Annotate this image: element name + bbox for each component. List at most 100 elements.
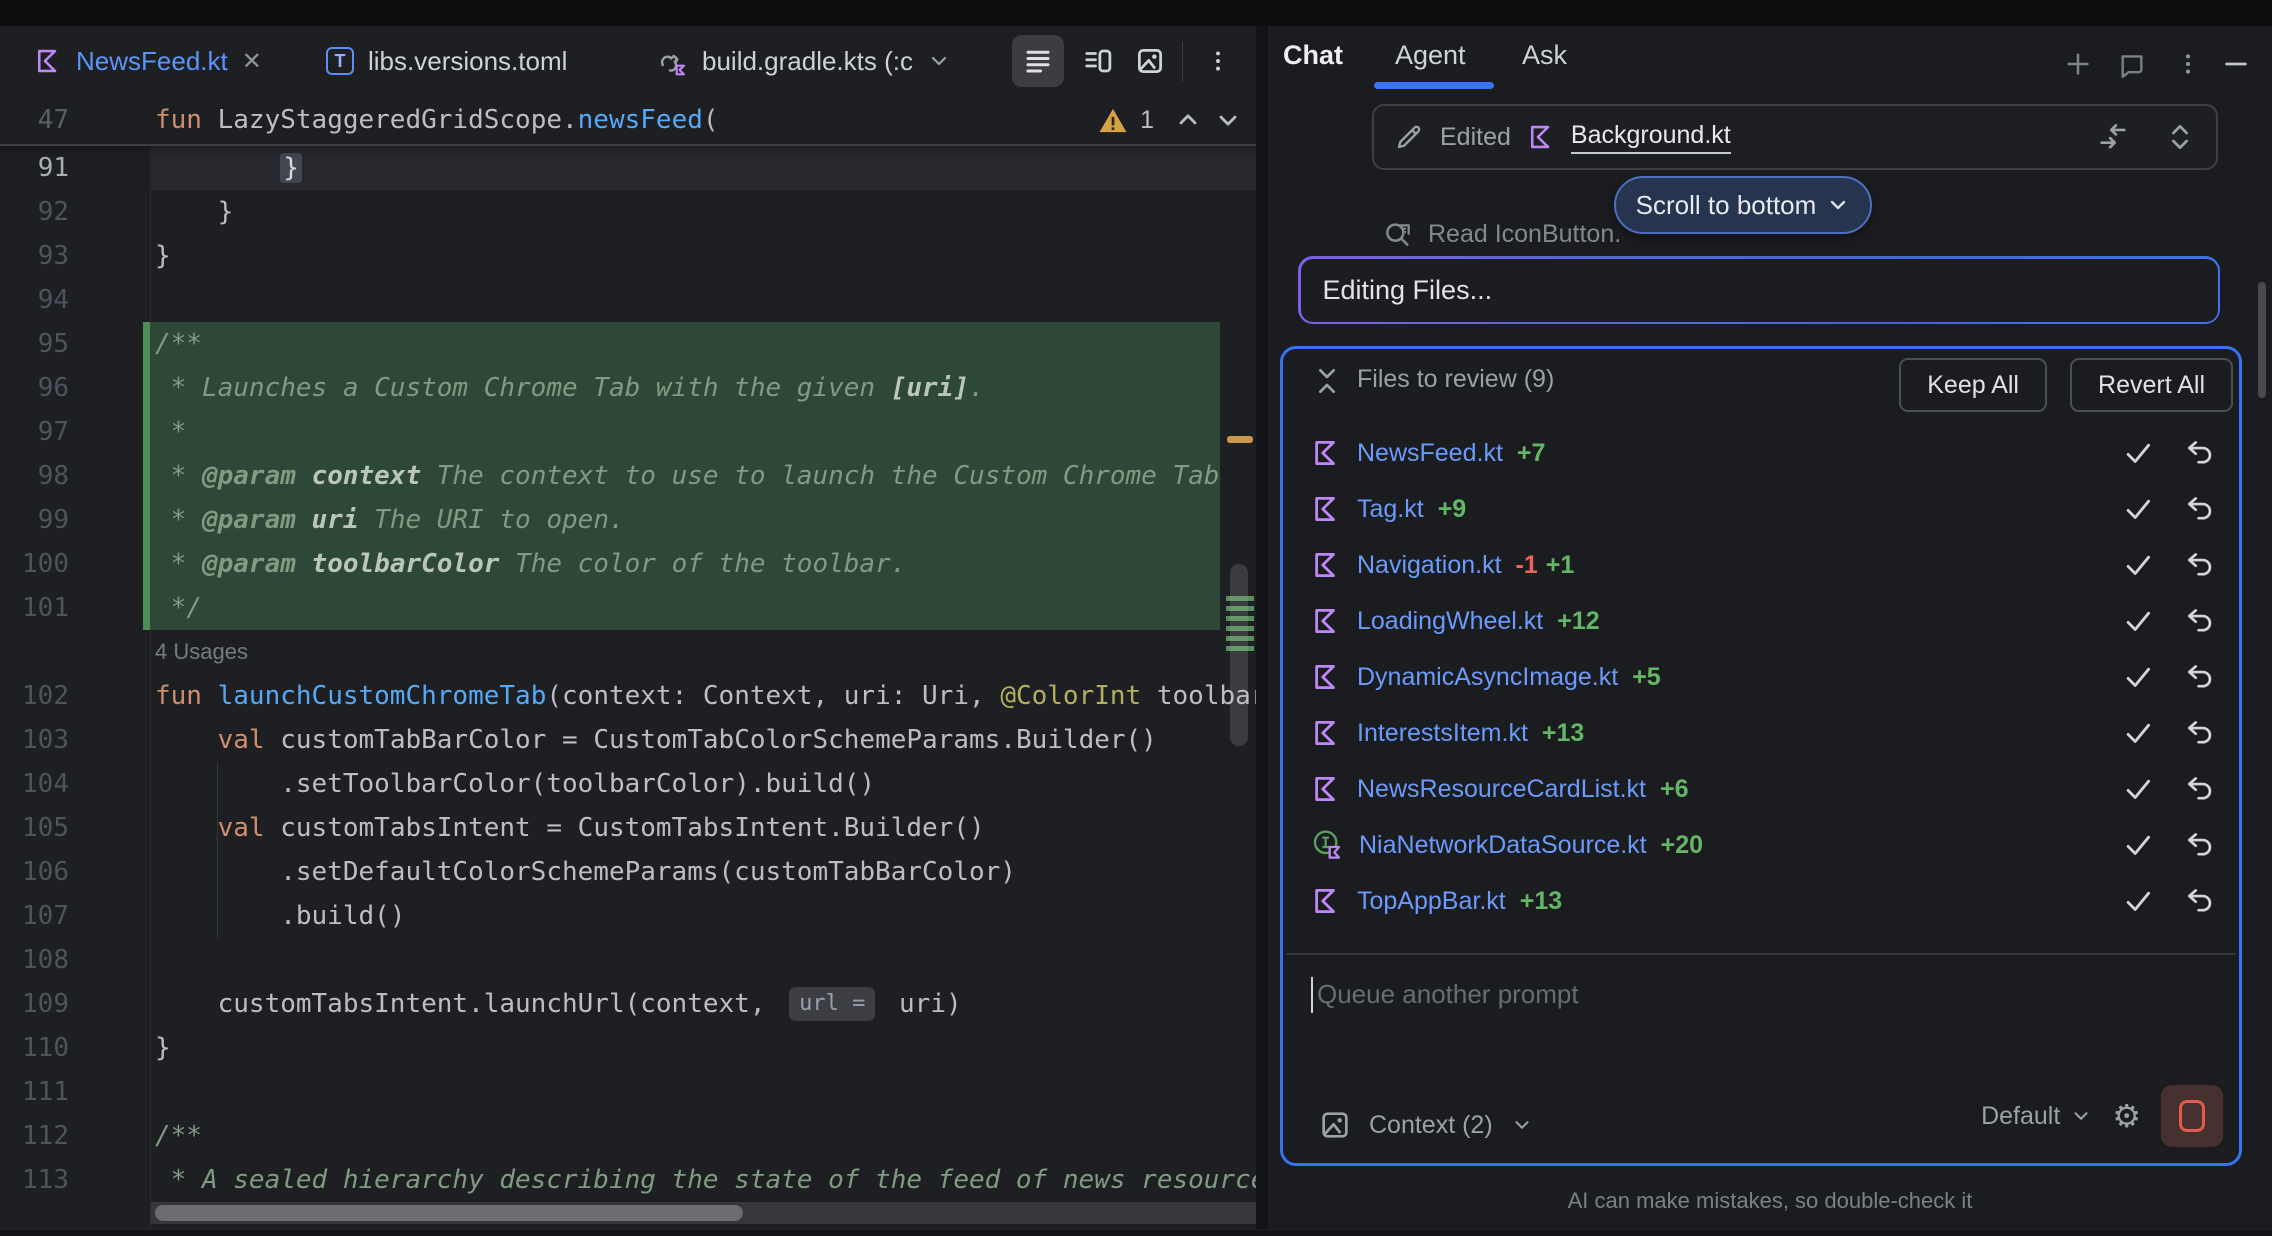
edited-file-link[interactable]: Background.kt bbox=[1571, 121, 1731, 154]
revert-file-undo-icon[interactable] bbox=[2183, 492, 2217, 526]
revert-all-button[interactable]: Revert All bbox=[2070, 358, 2233, 412]
keep-file-check-icon[interactable] bbox=[2121, 716, 2155, 750]
tab-ask[interactable]: Ask bbox=[1522, 40, 1567, 71]
stop-button[interactable] bbox=[2161, 1085, 2223, 1147]
code-token: @ColorInt bbox=[1000, 681, 1141, 711]
revert-file-undo-icon[interactable] bbox=[2183, 772, 2217, 806]
revert-file-undo-icon[interactable] bbox=[2183, 884, 2217, 918]
gutter: 100 bbox=[0, 542, 150, 586]
line-number: 91 bbox=[38, 146, 69, 190]
editor-options-kebab-button[interactable] bbox=[1192, 35, 1244, 87]
pane-divider[interactable] bbox=[1256, 26, 1268, 1236]
model-selector[interactable]: Default bbox=[1981, 1102, 2060, 1131]
lines-added-count: +5 bbox=[1632, 663, 1661, 692]
file-link[interactable]: Tag.kt bbox=[1357, 495, 1424, 524]
jump-to-changes-icon[interactable] bbox=[2096, 120, 2130, 154]
editor-horizontal-scrollbar-thumb[interactable] bbox=[155, 1205, 743, 1221]
panel-options-kebab-button[interactable] bbox=[2172, 48, 2204, 80]
keep-file-check-icon[interactable] bbox=[2121, 604, 2155, 638]
split-view-icon bbox=[1083, 46, 1113, 76]
hide-panel-button[interactable] bbox=[2220, 48, 2252, 80]
code-token: .setToolbarColor(toolbarColor).build() bbox=[155, 769, 875, 799]
next-problem-icon[interactable] bbox=[1214, 106, 1242, 134]
file-review-row: InterestsItem.kt+13 bbox=[1283, 705, 2239, 761]
kotlin-file-icon bbox=[1311, 494, 1341, 524]
code-text: customTabsIntent.launchUrl(context, url … bbox=[150, 982, 1256, 1026]
line-number: 99 bbox=[38, 498, 69, 542]
expand-collapse-icon[interactable] bbox=[2164, 121, 2196, 153]
gutter: 98 bbox=[0, 454, 150, 498]
stop-icon bbox=[2179, 1100, 2205, 1132]
code-text: .setToolbarColor(toolbarColor).build() bbox=[150, 762, 1256, 806]
keep-file-check-icon[interactable] bbox=[2121, 492, 2155, 526]
code-token: * A sealed hierarchy describing the stat… bbox=[155, 1165, 1256, 1195]
code-area: 91 }92 }93}9495/**96 * Launches a Custom… bbox=[0, 146, 1256, 1202]
revert-file-undo-icon[interactable] bbox=[2183, 828, 2217, 862]
keep-file-check-icon[interactable] bbox=[2121, 772, 2155, 806]
search-file-icon bbox=[1382, 218, 1414, 250]
line-number: 106 bbox=[22, 850, 69, 894]
tab-build-gradle[interactable]: build.gradle.kts (:c bbox=[656, 26, 951, 96]
file-link[interactable]: NiaNetworkDataSource.kt bbox=[1359, 831, 1647, 860]
new-chat-button[interactable] bbox=[2062, 48, 2094, 80]
code-line: 93} bbox=[0, 234, 1256, 278]
keep-file-check-icon[interactable] bbox=[2121, 436, 2155, 470]
keep-file-check-icon[interactable] bbox=[2121, 660, 2155, 694]
file-review-row: DynamicAsyncImage.kt +5 bbox=[1283, 649, 2239, 705]
design-view-button[interactable] bbox=[1124, 35, 1176, 87]
file-link[interactable]: LoadingWheel.kt bbox=[1357, 607, 1543, 636]
gutter: 92 bbox=[0, 190, 150, 234]
file-link[interactable]: NewsFeed.kt bbox=[1357, 439, 1503, 468]
editor-horizontal-scrollbar-track[interactable] bbox=[151, 1202, 1256, 1224]
revert-file-undo-icon[interactable] bbox=[2183, 604, 2217, 638]
file-link[interactable]: Navigation.kt bbox=[1357, 551, 1502, 580]
file-link[interactable]: NewsResourceCardList.kt bbox=[1357, 775, 1646, 804]
attach-image-icon[interactable] bbox=[1319, 1109, 1351, 1141]
keep-file-check-icon[interactable] bbox=[2121, 884, 2155, 918]
warning-icon[interactable] bbox=[1098, 107, 1128, 134]
files-review-list: NewsFeed.kt+7Tag.kt+9Navigation.kt-1+1Lo… bbox=[1283, 425, 2239, 929]
revert-file-undo-icon[interactable] bbox=[2183, 660, 2217, 694]
gear-icon[interactable]: ⚙ bbox=[2112, 1100, 2141, 1132]
tab-agent[interactable]: Agent bbox=[1395, 40, 1466, 71]
keep-file-check-icon[interactable] bbox=[2121, 828, 2155, 862]
tab-chat[interactable]: Chat bbox=[1283, 40, 1343, 71]
revert-file-undo-icon[interactable] bbox=[2183, 548, 2217, 582]
chat-scrollbar-thumb[interactable] bbox=[2258, 282, 2266, 398]
line-number: 101 bbox=[22, 586, 69, 630]
prompt-input[interactable]: Queue another prompt bbox=[1311, 969, 2211, 1089]
code-view-button[interactable] bbox=[1012, 35, 1064, 87]
scroll-to-bottom-button[interactable]: Scroll to bottom bbox=[1614, 176, 1872, 234]
file-link[interactable]: DynamicAsyncImage.kt bbox=[1357, 663, 1618, 692]
file-link[interactable]: TopAppBar.kt bbox=[1357, 887, 1506, 916]
line-number: 47 bbox=[38, 96, 69, 144]
code-token: } bbox=[155, 197, 233, 227]
chat-history-button[interactable] bbox=[2116, 48, 2148, 80]
editor-vertical-scrollbar[interactable] bbox=[1230, 564, 1248, 746]
context-selector[interactable]: Context (2) bbox=[1369, 1111, 1493, 1140]
edited-file-card[interactable]: Edited Background.kt bbox=[1372, 104, 2218, 170]
tab-newsfeed[interactable]: NewsFeed.kt ✕ bbox=[34, 26, 262, 96]
keep-all-button[interactable]: Keep All bbox=[1899, 358, 2047, 412]
chevron-down-icon[interactable] bbox=[927, 49, 951, 73]
code-token: customTabsIntent = CustomTabsIntent.Buil… bbox=[265, 813, 985, 843]
tab-libs-versions-toml[interactable]: T libs.versions.toml bbox=[326, 26, 567, 96]
split-view-button[interactable] bbox=[1072, 35, 1124, 87]
chevron-down-icon[interactable] bbox=[1511, 1114, 1533, 1136]
chevron-down-icon[interactable] bbox=[2070, 1105, 2092, 1127]
code-token: /** bbox=[155, 1121, 202, 1151]
keep-file-check-icon[interactable] bbox=[2121, 548, 2155, 582]
gutter: 102 bbox=[0, 674, 150, 718]
code-line: 106 .setDefaultColorSchemeParams(customT… bbox=[0, 850, 1256, 894]
file-link[interactable]: InterestsItem.kt bbox=[1357, 719, 1528, 748]
revert-file-undo-icon[interactable] bbox=[2183, 716, 2217, 750]
revert-file-undo-icon[interactable] bbox=[2183, 436, 2217, 470]
close-icon[interactable]: ✕ bbox=[242, 47, 262, 76]
previous-problem-icon[interactable] bbox=[1174, 106, 1202, 134]
gutter: 101 bbox=[0, 586, 150, 630]
collapse-icon[interactable] bbox=[1311, 365, 1343, 397]
active-chat-tab-underline bbox=[1374, 82, 1494, 89]
tab-label: build.gradle.kts (:c bbox=[702, 46, 913, 77]
prompt-placeholder: Queue another prompt bbox=[1317, 979, 1579, 1010]
line-number: 100 bbox=[22, 542, 69, 586]
